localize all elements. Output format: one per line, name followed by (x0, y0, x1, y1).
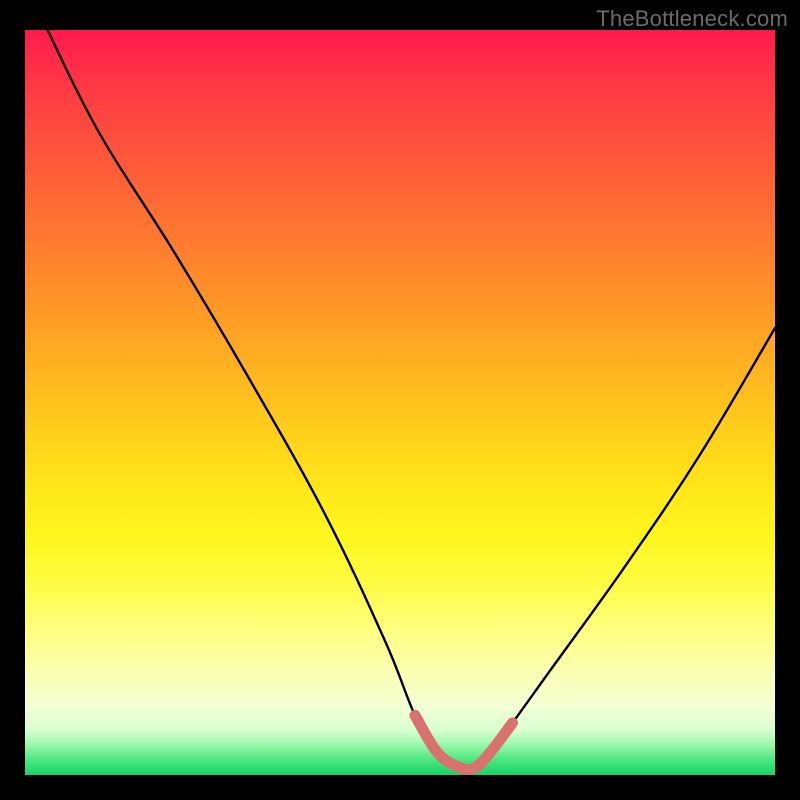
chart-frame: TheBottleneck.com (0, 0, 800, 800)
chart-svg (25, 30, 775, 775)
bottleneck-curve (48, 30, 776, 770)
watermark-text: TheBottleneck.com (596, 6, 788, 32)
trough-highlight (415, 715, 513, 769)
chart-plot-area (25, 30, 775, 775)
